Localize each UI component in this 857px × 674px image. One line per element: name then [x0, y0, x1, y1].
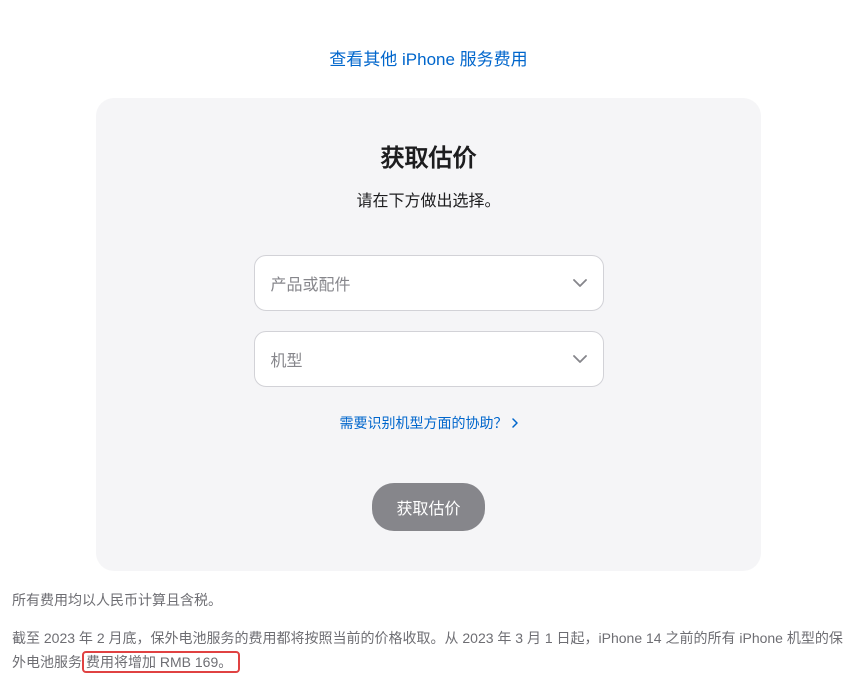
chevron-down-icon — [573, 355, 587, 363]
model-select-placeholder: 机型 — [271, 347, 303, 371]
model-select[interactable]: 机型 — [254, 331, 604, 387]
view-other-services-link[interactable]: 查看其他 iPhone 服务费用 — [329, 50, 527, 69]
product-select-placeholder: 产品或配件 — [271, 271, 351, 295]
submit-wrapper: 获取估价 — [136, 483, 721, 531]
chevron-down-icon — [573, 279, 587, 287]
card-title: 获取估价 — [136, 138, 721, 173]
chevron-right-icon — [512, 415, 518, 431]
footer-price-highlight: 费用将增加 RMB 169。 — [82, 651, 240, 673]
footer-text: 所有费用均以人民币计算且含税。 截至 2023 年 2 月底，保外电池服务的费用… — [0, 571, 857, 674]
get-quote-button[interactable]: 获取估价 — [372, 483, 484, 531]
identify-model-help-label: 需要识别机型方面的协助？ — [340, 413, 508, 433]
quote-card: 获取估价 请在下方做出选择。 产品或配件 机型 需要识别机型方面的协助？ — [96, 98, 761, 571]
card-subtitle: 请在下方做出选择。 — [136, 187, 721, 211]
identify-model-help-link[interactable]: 需要识别机型方面的协助？ — [340, 413, 518, 433]
footer-line-2: 截至 2023 年 2 月底，保外电池服务的费用都将按照当前的价格收取。从 20… — [12, 627, 845, 674]
product-select[interactable]: 产品或配件 — [254, 255, 604, 311]
product-select-wrapper: 产品或配件 — [254, 255, 604, 311]
page-container: 查看其他 iPhone 服务费用 获取估价 请在下方做出选择。 产品或配件 机型… — [0, 0, 857, 674]
footer-line-1: 所有费用均以人民币计算且含税。 — [12, 589, 845, 613]
top-link-wrapper: 查看其他 iPhone 服务费用 — [0, 0, 857, 98]
model-select-wrapper: 机型 — [254, 331, 604, 387]
